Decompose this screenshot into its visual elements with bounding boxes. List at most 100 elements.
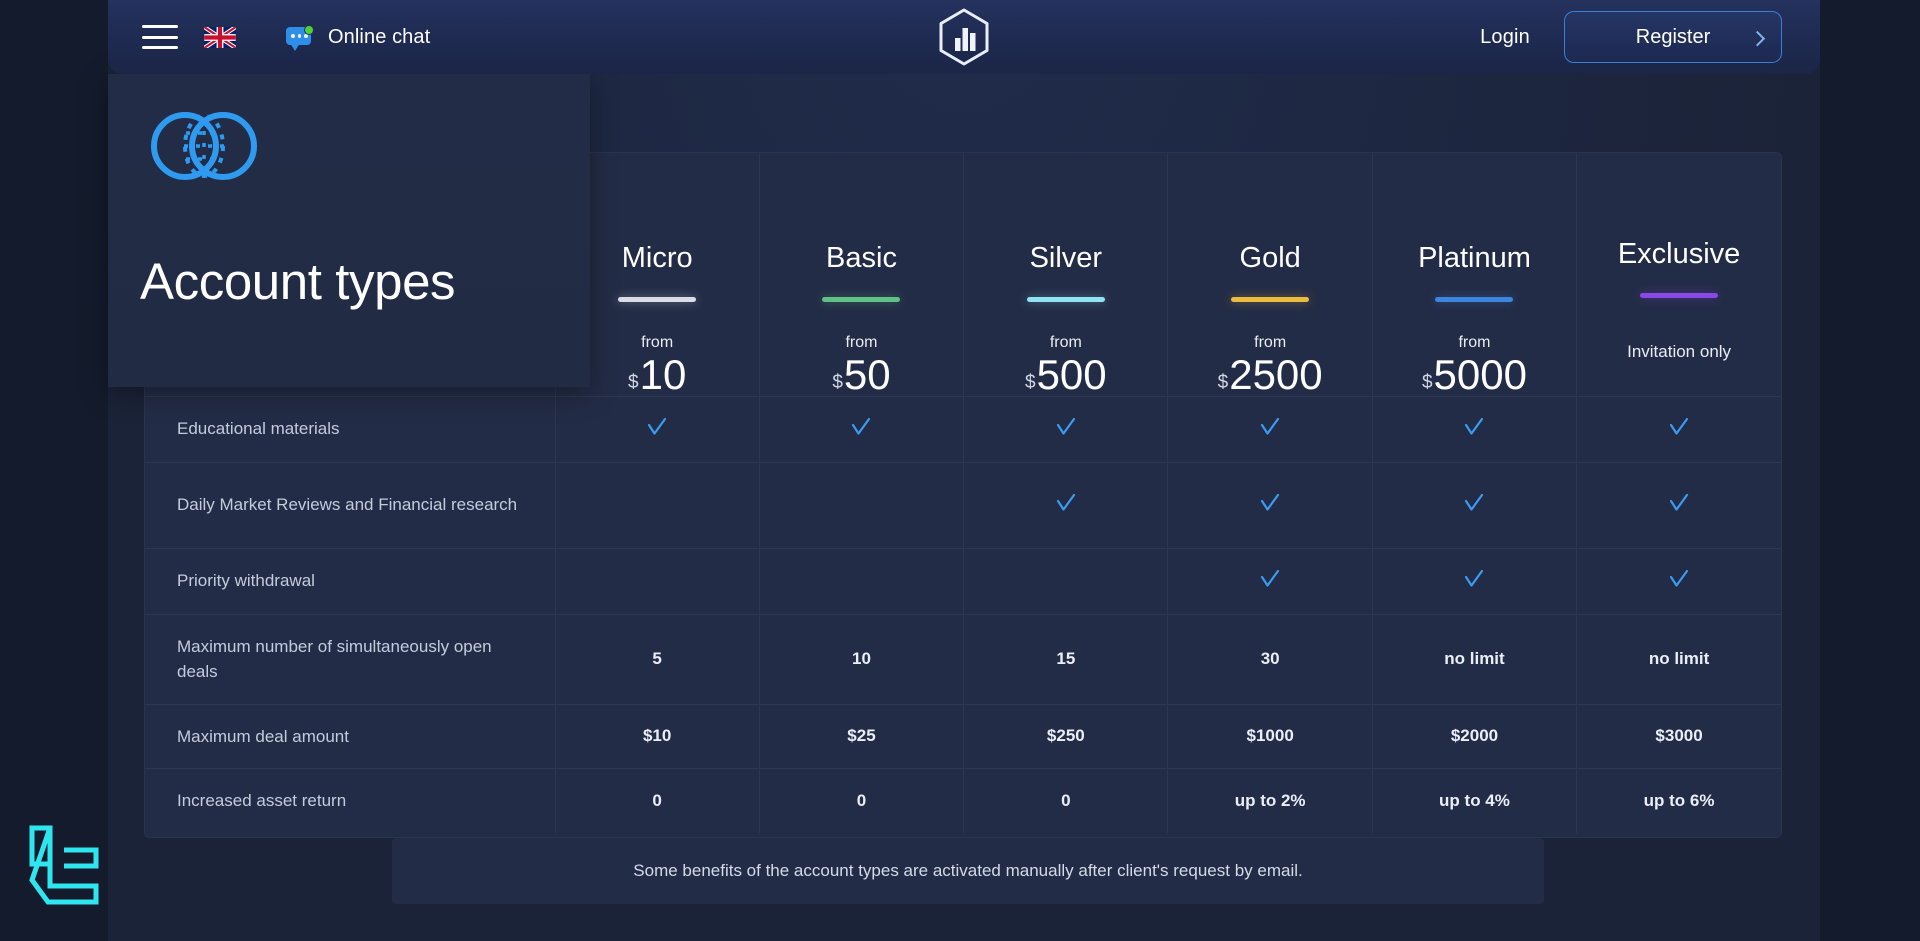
plan-price: $5000 [1373,350,1576,398]
chevron-right-icon [1749,30,1766,47]
feature-value: 0 [1061,790,1071,810]
feature-value-cell: $250 [963,703,1168,769]
feature-check-cell [758,395,964,462]
login-link[interactable]: Login [1480,26,1530,49]
feature-label: Maximum number of simultaneously open de… [145,613,555,704]
feature-value: 10 [852,649,871,668]
feature-value-cell: up to 2% [1167,768,1373,833]
feature-value-cell: no limit [1371,613,1577,704]
plan-currency-symbol: $ [1217,371,1229,393]
feature-value-cell [554,547,760,614]
feature-check-cell [1576,547,1781,614]
check-icon [1463,416,1485,438]
account-types-overlay-panel: Account types [108,74,590,387]
header-right-group: Login Register [1480,11,1820,63]
chat-dot [291,34,295,38]
plan-column-header-exclusive: Exclusive Invitation only [1576,153,1781,396]
feature-value-cell: $3000 [1576,703,1781,769]
plan-currency-symbol: $ [628,371,639,393]
chat-bubble-icon [286,25,314,51]
feature-value-cell: $2000 [1371,703,1577,769]
feature-label: Educational materials [145,395,555,462]
check-icon [1259,568,1281,590]
register-button[interactable]: Register [1564,11,1782,63]
plan-price: $50 [760,353,963,396]
feature-check-cell [1167,547,1373,614]
plan-price-amount: 10 [639,350,687,398]
feature-value-cell [963,547,1168,614]
online-chat-label: Online chat [328,25,431,48]
online-chat-button[interactable]: Online chat [286,25,431,51]
plan-price: $2500 [1168,353,1371,396]
plan-currency-symbol: $ [832,371,843,393]
feature-value: 0 [652,790,662,810]
feature-value-cell: no limit [1576,613,1781,704]
plan-price: $500 [964,353,1167,396]
feature-value: up to 6% [1643,790,1715,810]
feature-value: up to 2% [1234,790,1306,810]
plan-column-header-gold: Gold from $2500 [1167,153,1373,396]
check-icon [1668,568,1690,590]
plan-accent-bar [1435,296,1514,302]
feature-value-cell [554,461,760,548]
hamburger-menu-icon[interactable] [142,25,178,49]
feature-value-cell: 0 [554,768,760,833]
uk-flag-icon[interactable] [204,26,236,48]
feature-value: no limit [1444,649,1505,668]
check-icon [1055,492,1077,514]
check-icon [1668,492,1690,514]
hamburger-line [142,25,178,28]
table-row: Daily Market Reviews and Financial resea… [145,461,1781,548]
feature-value-cell: 30 [1167,613,1373,704]
register-button-label: Register [1635,25,1711,48]
plan-accent-bar [1231,296,1310,302]
plan-accent-bar [1640,292,1719,298]
feature-value: $250 [1046,726,1085,746]
table-row: Educational materials [145,395,1781,462]
hexagon-chart-logo-icon[interactable] [933,6,995,68]
feature-value-cell: $1000 [1167,703,1373,769]
check-icon [1055,416,1077,438]
check-icon [1463,492,1485,514]
feature-value: 30 [1260,649,1280,668]
feature-value: 5 [652,649,662,668]
plan-name: Basic [826,241,897,274]
plan-currency-symbol: $ [1024,371,1036,393]
app-root: Online chat Login Register Account types… [0,0,1920,941]
overlapping-circles-logo-icon [142,109,266,183]
feature-check-cell [1167,461,1373,548]
feature-value: $1000 [1246,726,1294,746]
plan-name: Platinum [1418,241,1531,274]
plan-name: Gold [1239,241,1301,274]
plan-name: Silver [1029,241,1103,274]
feature-value: $3000 [1655,726,1703,746]
site-header: Online chat Login Register [108,0,1820,74]
feature-value: $10 [642,726,672,746]
lc-monogram-watermark-icon [18,806,110,916]
chat-dots [291,34,308,38]
table-row: Maximum deal amount $10 $25 $250 $1000 $2000 $… [145,703,1781,769]
feature-label: Daily Market Reviews and Financial resea… [145,461,555,548]
online-status-badge [304,25,314,35]
feature-value-cell: 0 [963,768,1168,833]
check-icon [1668,416,1690,438]
feature-label: Increased asset return [145,768,555,833]
feature-check-cell [963,395,1168,462]
table-row: Priority withdrawal [145,547,1781,614]
feature-value-cell: 10 [758,613,964,704]
plan-from-label: from [1254,333,1287,351]
feature-value: $25 [847,726,876,746]
page-title: Account types [140,253,456,310]
plan-currency-symbol: $ [1421,371,1433,393]
hamburger-line [142,46,178,49]
feature-check-cell [1167,395,1373,462]
feature-value: up to 4% [1439,790,1510,810]
feature-value-cell: 15 [963,613,1168,704]
feature-value-cell: up to 6% [1576,768,1781,833]
feature-value-cell: up to 4% [1371,768,1577,833]
check-icon [1259,492,1281,514]
feature-value-cell: 5 [554,613,760,704]
plan-price-amount: 5000 [1433,350,1527,398]
feature-check-cell [1371,547,1577,614]
check-icon [1463,568,1485,590]
